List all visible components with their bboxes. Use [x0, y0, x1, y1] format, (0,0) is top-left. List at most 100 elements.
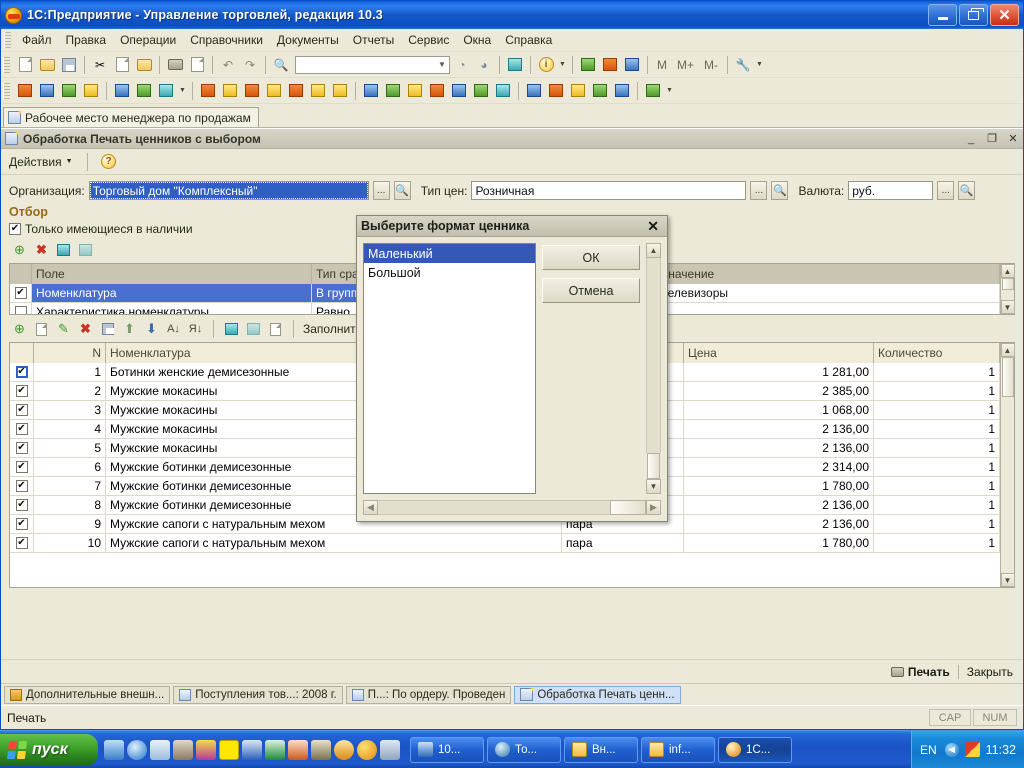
word-icon[interactable]	[242, 739, 262, 760]
extra-dropdown-icon[interactable]: ▼	[664, 87, 675, 94]
scroll-up-icon[interactable]: ▲	[646, 243, 661, 258]
add-row-icon[interactable]: ⊕	[11, 321, 28, 337]
taskbar-button-folder-inf[interactable]: inf...	[641, 736, 715, 763]
paste-icon[interactable]	[134, 55, 154, 75]
add-icon[interactable]: ⊕	[11, 242, 28, 258]
actions-menu-button[interactable]: Действия ▼	[5, 153, 77, 171]
currency-input[interactable]: руб.	[848, 181, 934, 200]
user-icon[interactable]	[622, 55, 642, 75]
mdi-button-order[interactable]: П...: По ордеру. Проведен	[345, 685, 512, 704]
production-icon[interactable]	[286, 81, 306, 101]
print-doc-icon[interactable]	[59, 81, 79, 101]
info-dropdown-icon[interactable]: ▼	[557, 61, 568, 68]
cash-dropdown-icon[interactable]: ▼	[177, 87, 188, 94]
notepad-icon[interactable]	[150, 739, 170, 760]
buyer-icon[interactable]	[198, 81, 218, 101]
search-combo[interactable]: ▼	[295, 55, 450, 74]
extra-green-icon[interactable]	[643, 81, 663, 101]
menu-operations[interactable]: Операции	[113, 31, 183, 49]
enable-all-icon[interactable]	[55, 242, 72, 258]
warehouse-icon[interactable]	[134, 81, 154, 101]
delete-icon[interactable]: ✖	[33, 242, 50, 258]
open-folder-icon[interactable]	[37, 55, 57, 75]
print-icon[interactable]	[165, 55, 185, 75]
row-checkbox[interactable]	[15, 480, 28, 492]
items-col-qty[interactable]: Количество	[874, 343, 1000, 363]
row-checkbox[interactable]	[15, 404, 28, 416]
chart-icon[interactable]	[405, 81, 425, 101]
new-document-icon[interactable]	[15, 55, 35, 75]
table-row[interactable]: 10Мужские сапоги с натуральным мехомпара…	[10, 534, 1000, 553]
redo-icon[interactable]: ↷	[240, 55, 260, 75]
format-option-small[interactable]: Маленький	[364, 244, 535, 263]
price-type-input[interactable]: Розничная	[471, 181, 747, 200]
powerpoint-icon[interactable]	[288, 739, 308, 760]
purchase-icon[interactable]	[242, 81, 262, 101]
mdi-button-external[interactable]: Дополнительные внешн...	[4, 685, 171, 704]
analysis-icon[interactable]	[383, 81, 403, 101]
scroll-up-icon[interactable]: ▲	[1000, 343, 1015, 357]
price-icon[interactable]	[427, 81, 447, 101]
show-hidden-icon[interactable]: ◀	[944, 742, 959, 757]
organization-ellipsis-button[interactable]: ...	[372, 181, 390, 200]
items-col-price[interactable]: Цена	[684, 343, 874, 363]
menu-service[interactable]: Сервис	[401, 31, 456, 49]
check-all-icon[interactable]	[223, 321, 240, 337]
move-up-icon[interactable]: ⬆	[121, 321, 138, 337]
list-icon[interactable]	[590, 81, 610, 101]
1c-v8-icon[interactable]	[219, 739, 239, 760]
undo-icon[interactable]: ↶	[218, 55, 238, 75]
cut-icon[interactable]: ✂	[90, 55, 110, 75]
1c-icon[interactable]	[357, 739, 377, 760]
service-icon[interactable]	[612, 81, 632, 101]
cancel-button[interactable]: Отмена	[542, 278, 640, 303]
dialog-close-button[interactable]: ✕	[643, 218, 663, 235]
menu-windows[interactable]: Окна	[456, 31, 498, 49]
save-row-icon[interactable]	[99, 321, 116, 337]
scroll-down-icon[interactable]: ▼	[646, 479, 661, 494]
format-option-large[interactable]: Большой	[364, 263, 535, 282]
uncheck-all-icon[interactable]	[245, 321, 262, 337]
currency-ellipsis-button[interactable]: ...	[937, 181, 955, 200]
internet-explorer-icon[interactable]	[127, 739, 147, 760]
memory-m-button[interactable]: M	[652, 58, 672, 72]
transfer-icon[interactable]	[524, 81, 544, 101]
taskbar-button-10[interactable]: 10...	[410, 736, 484, 763]
taskbar-button-folder-vn[interactable]: Вн...	[564, 736, 638, 763]
payment-out-icon[interactable]	[330, 81, 350, 101]
find-next-icon[interactable]: ◔	[452, 55, 472, 75]
sort-desc-icon[interactable]: Я↓	[187, 321, 204, 337]
filter-col-field[interactable]: Поле	[32, 264, 312, 284]
menu-file[interactable]: Файл	[15, 31, 59, 49]
find-icon[interactable]: 🔍	[271, 55, 291, 75]
row-checkbox[interactable]	[15, 499, 28, 511]
scroll-up-icon[interactable]: ▲	[1000, 264, 1015, 278]
row-checkbox[interactable]	[15, 518, 28, 530]
ok-button[interactable]: ОК	[542, 245, 640, 270]
toolbar-grip[interactable]	[3, 56, 10, 73]
close-form-button[interactable]: Закрыть	[967, 665, 1013, 679]
filter-grid-scrollbar[interactable]: ▲ ▼	[1000, 264, 1015, 314]
scroll-down-icon[interactable]: ▼	[1000, 300, 1015, 314]
language-indicator[interactable]: EN	[918, 743, 939, 757]
items-grid-scrollbar[interactable]: ▲ ▼	[1000, 343, 1015, 587]
scroll-right-icon[interactable]: ▶	[646, 500, 661, 515]
memory-mminus-button[interactable]: M-	[699, 58, 723, 72]
sale-icon[interactable]	[220, 81, 240, 101]
chevron-down-icon[interactable]: ▼	[435, 57, 449, 73]
delete-row-icon[interactable]: ✖	[77, 321, 94, 337]
copy-row-icon[interactable]	[33, 321, 50, 337]
menu-grip[interactable]	[4, 32, 11, 48]
info-icon[interactable]: i	[536, 55, 556, 75]
child-restore-button[interactable]: ❐	[984, 132, 1000, 145]
row-checkbox[interactable]	[15, 366, 28, 378]
menu-documents[interactable]: Документы	[270, 31, 346, 49]
kaspersky-icon[interactable]	[964, 742, 980, 757]
outlook-icon[interactable]	[334, 739, 354, 760]
save-icon[interactable]	[59, 55, 79, 75]
taskbar-button-to[interactable]: То...	[487, 736, 561, 763]
start-button[interactable]: пуск	[0, 733, 98, 766]
mdi-tab-sales-manager[interactable]: Рабочее место менеджера по продажам	[3, 107, 259, 127]
settings-dropdown-icon[interactable]: ▼	[754, 61, 765, 68]
invert-check-icon[interactable]	[267, 321, 284, 337]
